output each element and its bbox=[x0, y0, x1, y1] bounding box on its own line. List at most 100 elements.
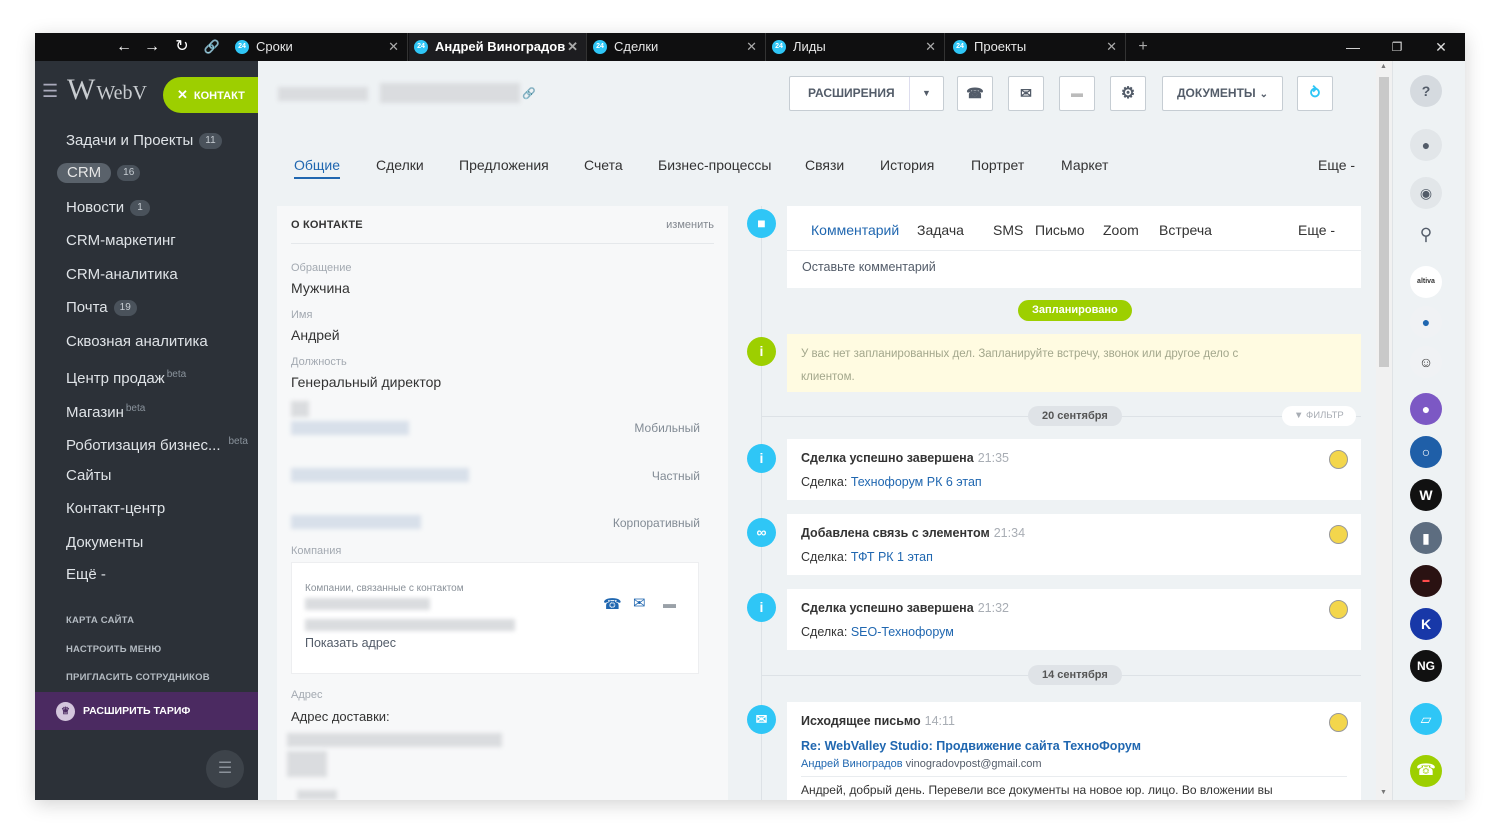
chat-icon[interactable]: ▬ bbox=[1059, 76, 1095, 111]
sidebar-item-crm[interactable]: CRM 16 bbox=[57, 163, 141, 183]
activity-tab-email[interactable]: Письмо bbox=[1035, 222, 1085, 238]
edit-link[interactable]: изменить bbox=[666, 219, 714, 231]
new-tab-button[interactable]: + bbox=[1132, 36, 1154, 58]
tab-offers[interactable]: Предложения bbox=[459, 157, 549, 173]
minimize-icon[interactable]: — bbox=[1331, 33, 1375, 61]
sidebar-item-shop[interactable]: Магазин beta bbox=[66, 399, 145, 421]
logo[interactable]: W WebV bbox=[67, 73, 147, 107]
notification-icon[interactable]: ● bbox=[1410, 129, 1442, 161]
chat-avatar[interactable]: ☺ bbox=[1410, 346, 1442, 378]
close-window-icon[interactable]: ✕ bbox=[1419, 33, 1463, 61]
filter-button[interactable]: ▼ ФИЛЬТР bbox=[1282, 406, 1356, 426]
mail-icon[interactable]: ✉ bbox=[1008, 76, 1044, 111]
link-icon[interactable]: 🔗 bbox=[201, 36, 223, 58]
email-subject-link[interactable]: Re: WebValley Studio: Продвижение сайта … bbox=[801, 739, 1141, 753]
sidebar-item-tasks[interactable]: Задачи и Проекты 11 bbox=[66, 131, 222, 151]
tab-business-processes[interactable]: Бизнес-процессы bbox=[658, 157, 771, 173]
restore-icon[interactable]: ❐ bbox=[1375, 33, 1419, 61]
blurred-company-name[interactable] bbox=[305, 598, 430, 610]
back-icon[interactable]: ← bbox=[113, 36, 135, 58]
tab-sroki[interactable]: 24 Сроки ✕ bbox=[230, 33, 408, 61]
configure-menu-link[interactable]: НАСТРОИТЬ МЕНЮ bbox=[66, 644, 161, 655]
tab-deals[interactable]: Сделки bbox=[376, 157, 424, 173]
scroll-down-icon[interactable]: ▼ bbox=[1380, 789, 1387, 796]
sidebar-item-crm-analytics[interactable]: CRM-аналитика bbox=[66, 265, 178, 285]
comment-input[interactable]: Оставьте комментарий bbox=[802, 260, 936, 274]
close-icon[interactable]: ✕ bbox=[746, 33, 757, 61]
reload-icon[interactable]: ↻ bbox=[171, 36, 193, 58]
sidebar-item-sales-center[interactable]: Центр продаж beta bbox=[66, 365, 186, 387]
expand-icon[interactable]: ⥁ bbox=[1297, 76, 1333, 111]
tab-portrait[interactable]: Портрет bbox=[971, 157, 1024, 173]
forward-icon[interactable]: → bbox=[141, 36, 163, 58]
activity-tab-comment[interactable]: Комментарий bbox=[811, 222, 899, 238]
avatar[interactable] bbox=[1329, 525, 1348, 544]
chat-new-icon[interactable]: ▱ bbox=[1410, 703, 1442, 735]
chat-avatar[interactable]: K bbox=[1410, 608, 1442, 640]
messages-icon[interactable]: ◉ bbox=[1410, 177, 1442, 209]
chat-avatar[interactable]: altiva bbox=[1410, 266, 1442, 298]
phone-call-icon[interactable]: ☎ bbox=[1410, 755, 1442, 787]
menu-icon[interactable]: ☰ bbox=[42, 81, 58, 102]
sidebar-item-mail[interactable]: Почта 19 bbox=[66, 298, 137, 318]
user-avatar-icon[interactable]: ● bbox=[1410, 393, 1442, 425]
group-chat-icon[interactable]: ○ bbox=[1410, 436, 1442, 468]
sitemap-link[interactable]: КАРТА САЙТА bbox=[66, 615, 134, 626]
chat-avatar[interactable]: ▮ bbox=[1410, 522, 1442, 554]
chat-avatar[interactable]: ● bbox=[1410, 306, 1442, 338]
tab-proekty[interactable]: 24 Проекты ✕ bbox=[948, 33, 1126, 61]
link-icon[interactable]: 🔗 bbox=[522, 87, 536, 100]
tab-general[interactable]: Общие bbox=[294, 157, 341, 179]
chat-avatar[interactable]: NG bbox=[1410, 650, 1442, 682]
invite-employees-link[interactable]: ПРИГЛАСИТЬ СОТРУДНИКОВ bbox=[66, 672, 210, 683]
phone-icon[interactable]: ☎ bbox=[603, 595, 622, 613]
scrollbar[interactable]: ▲ ▼ bbox=[1376, 61, 1392, 800]
tab-sdelki[interactable]: 24 Сделки ✕ bbox=[588, 33, 766, 61]
activity-tab-task[interactable]: Задача bbox=[917, 222, 964, 238]
avatar[interactable] bbox=[1329, 450, 1348, 469]
chevron-down-icon[interactable]: ▼ bbox=[909, 77, 943, 110]
tab-relations[interactable]: Связи bbox=[805, 157, 844, 173]
deal-link[interactable]: Технофорум РК 6 этап bbox=[851, 475, 982, 489]
deal-link[interactable]: SEO-Технофорум bbox=[851, 625, 954, 639]
tab-lidy[interactable]: 24 Лиды ✕ bbox=[767, 33, 945, 61]
close-icon[interactable]: ✕ bbox=[925, 33, 936, 61]
tab-more[interactable]: Еще - bbox=[1318, 157, 1355, 173]
sidebar-item-more[interactable]: Ещё - bbox=[66, 565, 106, 585]
close-icon[interactable]: ✕ bbox=[388, 33, 399, 61]
close-icon[interactable]: ✕ bbox=[567, 33, 578, 61]
gear-icon[interactable]: ⚙ bbox=[1110, 76, 1146, 111]
sidebar-item-robotization[interactable]: Роботизация бизнес... beta bbox=[66, 432, 248, 454]
sidebar-item-sites[interactable]: Сайты bbox=[66, 466, 111, 486]
phone-icon[interactable]: ☎ bbox=[957, 76, 993, 111]
sidebar-item-crm-marketing[interactable]: CRM-маркетинг bbox=[66, 231, 176, 251]
scrollbar-thumb[interactable] bbox=[1379, 77, 1389, 367]
documents-button[interactable]: ДОКУМЕНТЫ ⌄ bbox=[1162, 76, 1283, 111]
chat-avatar[interactable]: W bbox=[1410, 479, 1442, 511]
activity-tab-sms[interactable]: SMS bbox=[993, 222, 1023, 238]
deal-link[interactable]: ТФТ РК 1 этап bbox=[851, 550, 933, 564]
sidebar-item-contact-center[interactable]: Контакт-центр bbox=[66, 499, 165, 519]
tab-history[interactable]: История bbox=[880, 157, 934, 173]
sidebar-item-end-to-end-analytics[interactable]: Сквозная аналитика bbox=[66, 332, 208, 352]
tab-invoices[interactable]: Счета bbox=[584, 157, 623, 173]
tab-market[interactable]: Маркет bbox=[1061, 157, 1108, 173]
scroll-up-icon[interactable]: ▲ bbox=[1380, 63, 1387, 70]
show-address-link[interactable]: Показать адрес bbox=[305, 636, 396, 650]
chat-avatar[interactable]: ▬ bbox=[1410, 565, 1442, 597]
avatar[interactable] bbox=[1329, 600, 1348, 619]
sender-link[interactable]: Андрей Виноградов bbox=[801, 758, 903, 770]
close-contact-button[interactable]: ✕ КОНТАКТ bbox=[163, 77, 258, 113]
activity-tab-meeting[interactable]: Встреча bbox=[1159, 222, 1212, 238]
activity-tab-more[interactable]: Еще - bbox=[1298, 222, 1335, 238]
upgrade-plan-button[interactable]: ♕ РАСШИРИТЬ ТАРИФ bbox=[35, 692, 258, 730]
bell-chat-icon[interactable]: ☰ bbox=[206, 750, 244, 788]
extensions-button[interactable]: РАСШИРЕНИЯ ▼ bbox=[789, 76, 944, 111]
blurred-phone-private[interactable] bbox=[291, 468, 469, 482]
mail-icon[interactable]: ✉ bbox=[633, 594, 646, 612]
tab-andrey-vinogradov[interactable]: 24 Андрей Виноградов ✕ bbox=[409, 33, 587, 61]
chat-icon[interactable]: ▬ bbox=[663, 596, 676, 611]
sidebar-item-news[interactable]: Новости 1 bbox=[66, 198, 151, 218]
sidebar-item-documents[interactable]: Документы bbox=[66, 533, 143, 553]
blurred-phone-mobile[interactable] bbox=[291, 421, 409, 435]
